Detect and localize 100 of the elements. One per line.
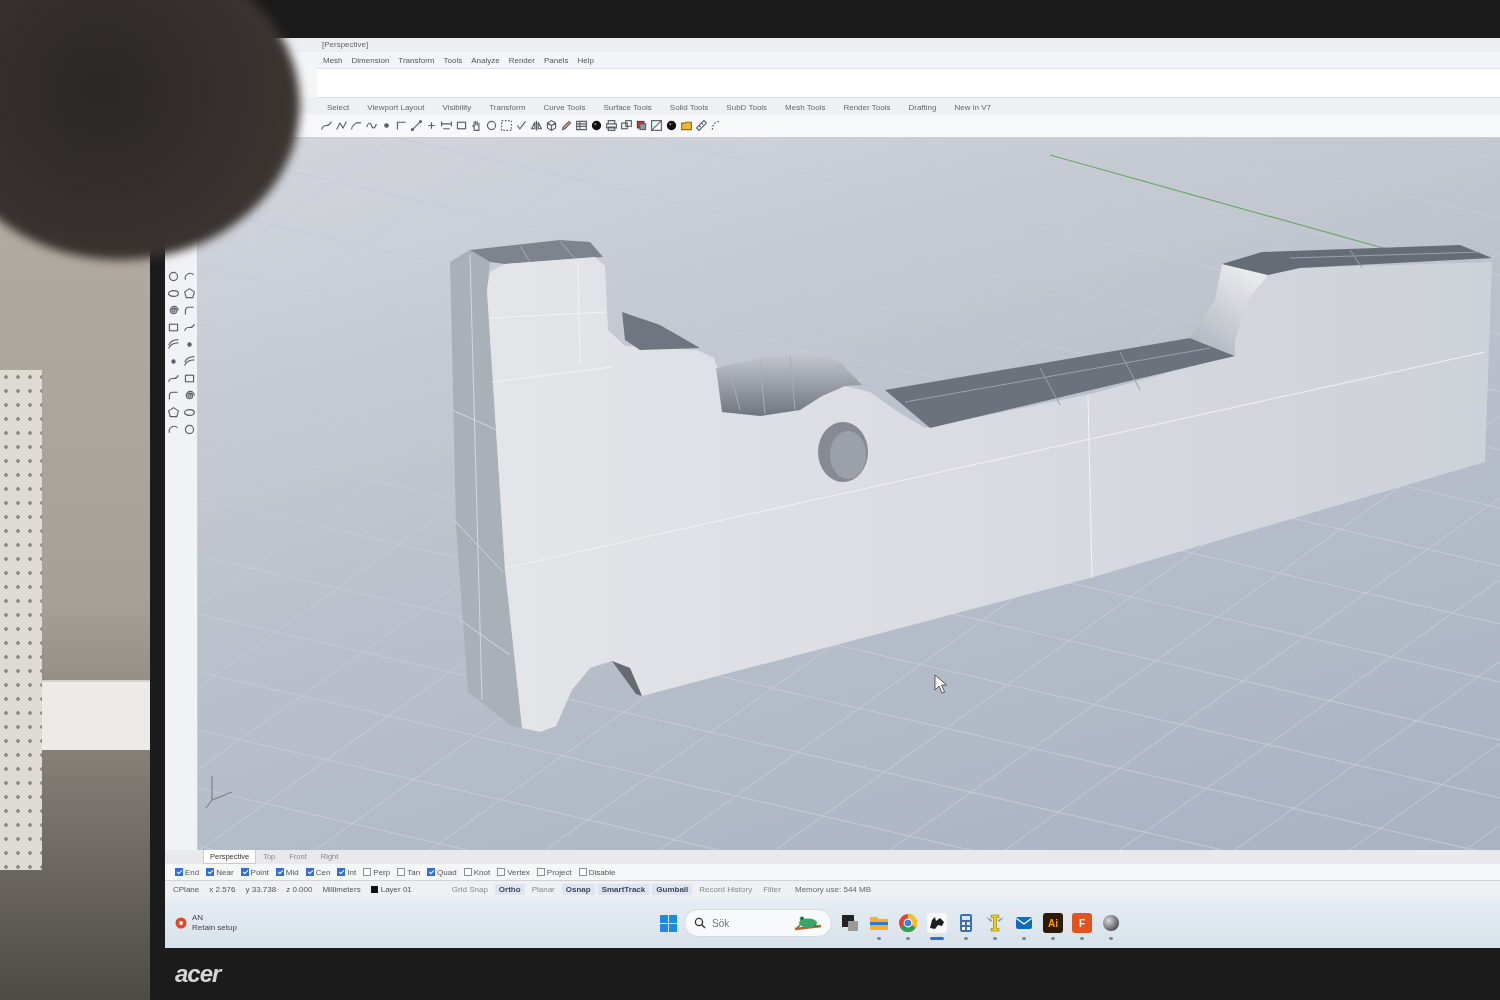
toolbar-tab[interactable]: Viewport Layout (363, 101, 429, 114)
checkbox[interactable] (497, 868, 506, 876)
checkbox[interactable] (427, 868, 436, 876)
four-squares-icon[interactable] (660, 914, 677, 932)
search-field[interactable]: Sök (712, 917, 788, 929)
menu-item[interactable]: Panels (543, 55, 569, 65)
rectangle-icon[interactable] (167, 321, 180, 334)
toolbar-tab[interactable]: Drafting (904, 101, 941, 114)
arc-icon[interactable] (167, 423, 180, 436)
checkbox[interactable] (305, 868, 314, 876)
checkbox[interactable] (578, 868, 587, 876)
checkbox-label[interactable]: Project (546, 867, 572, 877)
letter-tile[interactable]: Ai (1043, 913, 1063, 933)
checkbox-label[interactable]: Near (216, 867, 234, 877)
status-toggle[interactable]: Ortho (494, 884, 525, 895)
curve-icon[interactable] (167, 372, 180, 385)
rectangle-icon[interactable] (183, 372, 196, 385)
menu-item[interactable]: Dimension (351, 55, 390, 65)
menu-item[interactable]: Tools (443, 55, 463, 65)
toolbar-tab[interactable]: Visibility (438, 101, 476, 114)
toolbar-tab[interactable]: Surface Tools (599, 101, 656, 114)
rectangle-icon[interactable] (455, 119, 468, 132)
printer-icon[interactable] (605, 119, 618, 132)
toolbar-tab[interactable]: New in V7 (950, 101, 995, 114)
widget-title[interactable]: AN (192, 913, 237, 923)
toolbar-tab[interactable]: Transform (485, 101, 530, 114)
diagonal-icon[interactable] (650, 119, 663, 132)
ellipse-icon[interactable] (183, 406, 196, 419)
layer-swatch-icon[interactable] (370, 886, 378, 893)
dashed-arc-icon[interactable] (710, 119, 723, 132)
checkbox-label[interactable]: Point (250, 867, 269, 877)
checkbox-label[interactable]: Int (347, 867, 357, 877)
menu-item[interactable]: Transform (398, 55, 435, 65)
spiral-icon[interactable] (183, 389, 196, 402)
checkbox[interactable] (363, 868, 372, 876)
sphere-icon[interactable] (665, 119, 678, 132)
checkbox-label[interactable]: End (185, 867, 200, 877)
checkbox[interactable] (175, 868, 183, 876)
fillet-icon[interactable] (183, 304, 196, 317)
checkbox[interactable] (536, 868, 545, 876)
checkbox[interactable] (275, 868, 284, 876)
table-icon[interactable] (575, 119, 588, 132)
toolbar-tab[interactable]: Select (323, 101, 354, 114)
round-badge-icon[interactable] (175, 917, 187, 929)
frog-icon[interactable] (794, 914, 822, 932)
polyline-icon[interactable] (335, 119, 348, 132)
curve-icon[interactable] (183, 321, 196, 334)
fillet-icon[interactable] (167, 389, 180, 402)
checkbox-label[interactable]: Cen (315, 867, 331, 877)
checkbox-label[interactable]: Tan (407, 867, 421, 877)
dimension-icon[interactable] (440, 119, 453, 132)
stacked-boxes-icon[interactable] (635, 119, 648, 132)
layer-name[interactable]: Layer 01 (380, 885, 412, 894)
checkbox[interactable] (463, 868, 472, 876)
ring-logo-icon[interactable] (898, 913, 918, 933)
cube-icon[interactable] (545, 119, 558, 132)
circle-icon[interactable] (167, 270, 180, 283)
cubes-icon[interactable] (620, 119, 633, 132)
command-field[interactable] (317, 68, 1500, 98)
status-toggle[interactable]: Osnap (561, 884, 595, 895)
checkbox-label[interactable]: Mid (285, 867, 299, 877)
sphere-icon[interactable] (590, 119, 603, 132)
ruler-icon[interactable] (695, 119, 708, 132)
checkbox[interactable] (240, 868, 249, 876)
stacked-squares-icon[interactable] (840, 913, 860, 933)
letter-tile[interactable]: F (1072, 913, 1092, 933)
pencil-icon[interactable] (560, 119, 573, 132)
toolbar-tab[interactable]: Mesh Tools (781, 101, 830, 114)
curve-icon[interactable] (320, 119, 333, 132)
widget-subtitle[interactable]: Retain setup (192, 923, 237, 933)
circle-icon[interactable] (485, 119, 498, 132)
units-text[interactable]: Millimeters (322, 885, 361, 894)
animal-head-icon[interactable] (927, 913, 947, 933)
polygon-icon[interactable] (183, 287, 196, 300)
status-toggle[interactable]: SmartTrack (597, 884, 650, 895)
ellipse-icon[interactable] (167, 287, 180, 300)
parallel-curves-icon[interactable] (167, 338, 180, 351)
checkbox-label[interactable]: Vertex (507, 867, 530, 877)
checkbox[interactable] (337, 868, 346, 876)
mirror-icon[interactable] (530, 119, 543, 132)
menu-item[interactable]: Help (577, 55, 594, 65)
selection-icon[interactable] (500, 119, 513, 132)
menu-item[interactable]: Mesh (323, 55, 343, 65)
folder-icon[interactable] (680, 119, 693, 132)
menu-item[interactable]: Render (508, 55, 535, 65)
polygon-icon[interactable] (167, 406, 180, 419)
spiral-icon[interactable] (167, 304, 180, 317)
hand-icon[interactable] (470, 119, 483, 132)
arc-icon[interactable] (183, 270, 196, 283)
status-toggle[interactable]: Gumball (652, 884, 693, 895)
checkbox-label[interactable]: Knot (473, 867, 491, 877)
viewport[interactable] (198, 138, 1500, 850)
checkmark-icon[interactable] (515, 119, 528, 132)
toolbar-tab[interactable]: SubD Tools (722, 101, 772, 114)
toolbar-tab[interactable]: Solid Tools (665, 101, 713, 114)
toolbar-tab[interactable]: Curve Tools (539, 101, 590, 114)
checkbox-label[interactable]: Disable (588, 867, 616, 877)
plus-icon[interactable] (425, 119, 438, 132)
search-icon[interactable] (694, 917, 706, 929)
checkbox[interactable] (397, 868, 406, 876)
